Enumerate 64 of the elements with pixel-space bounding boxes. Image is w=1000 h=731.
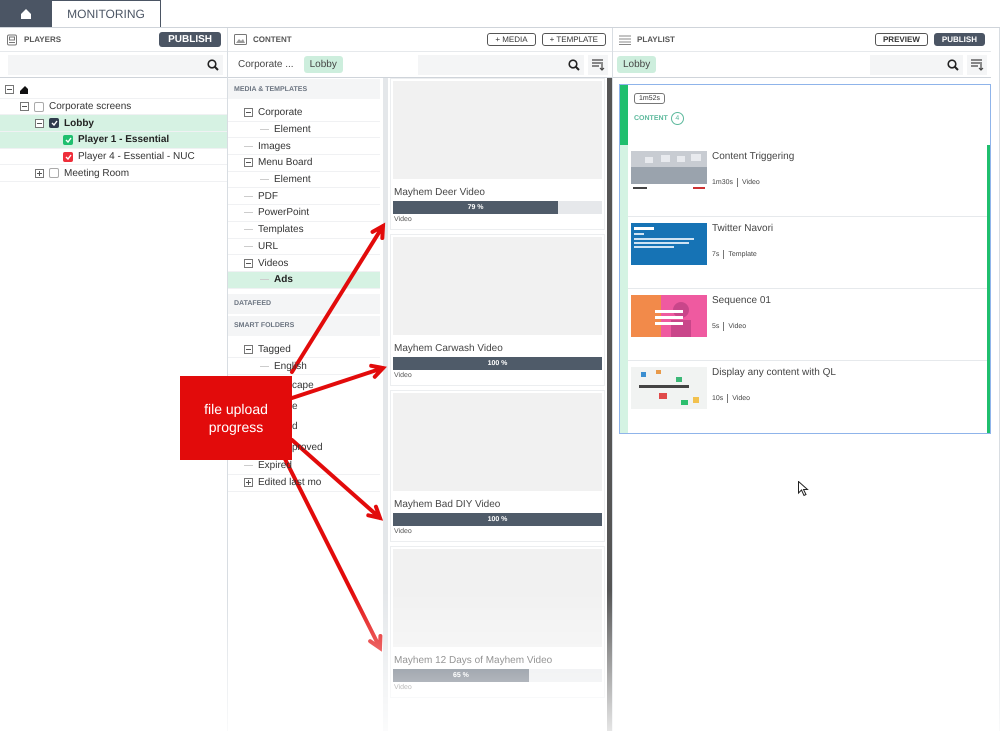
- panel-title: PLAYLIST: [637, 35, 676, 44]
- folder-item[interactable]: e: [292, 396, 380, 417]
- folder-item[interactable]: PowerPoint: [228, 205, 380, 222]
- item-title: Twitter Navori: [712, 223, 774, 234]
- tag[interactable]: Lobby: [617, 56, 656, 73]
- preview-button[interactable]: PREVIEW: [874, 33, 928, 46]
- publish-button[interactable]: PUBLISH: [934, 33, 985, 46]
- search-field[interactable]: [870, 54, 963, 74]
- sort-button[interactable]: [967, 54, 987, 74]
- home-tab[interactable]: [0, 0, 51, 27]
- tree-row[interactable]: Player 1 - Essential: [0, 132, 227, 149]
- tree-row[interactable]: Meeting Room: [0, 165, 227, 182]
- item-title: Display any content with QL: [712, 367, 836, 378]
- folder-item[interactable]: cape: [292, 374, 380, 396]
- folder-item[interactable]: Templates: [228, 222, 380, 238]
- check-icon: [64, 154, 72, 160]
- search-icon: [207, 58, 219, 70]
- player-icon: [6, 34, 18, 46]
- cursor-icon: [798, 481, 809, 497]
- panel-title: PLAYERS: [24, 35, 62, 44]
- add-button[interactable]: + TEMPLATE: [542, 33, 606, 46]
- media-title: Mayhem 12 Days of Mayhem Video: [394, 655, 554, 666]
- item-title: Content Triggering: [712, 151, 794, 162]
- folder-item[interactable]: d: [292, 416, 380, 438]
- search-field[interactable]: [418, 54, 584, 74]
- check-icon: [50, 120, 58, 126]
- home-icon: [20, 8, 32, 20]
- home-icon: [19, 85, 28, 94]
- checkbox[interactable]: [63, 152, 73, 162]
- search-field[interactable]: [8, 54, 223, 74]
- folder-item[interactable]: Images: [228, 138, 380, 156]
- checkbox[interactable]: [49, 118, 59, 128]
- folder-item[interactable]: Element: [228, 172, 380, 188]
- breadcrumb[interactable]: Lobby: [304, 56, 343, 73]
- item-title: Sequence 01: [712, 295, 771, 306]
- breadcrumb[interactable]: Corporate ...: [232, 56, 300, 73]
- checkbox[interactable]: [34, 102, 44, 112]
- folder-item[interactable]: Element: [228, 122, 380, 138]
- folder-item[interactable]: Ads: [228, 272, 380, 289]
- sort-button[interactable]: [588, 54, 608, 74]
- folder-item[interactable]: Tagged: [228, 342, 380, 358]
- list-icon: [619, 34, 631, 44]
- media-title: Mayhem Deer Video: [394, 187, 486, 198]
- panel-title: CONTENT: [253, 35, 293, 44]
- checkbox[interactable]: [63, 134, 73, 145]
- publish-button[interactable]: PUBLISH: [159, 32, 221, 47]
- add-button[interactable]: + MEDIA: [487, 33, 536, 46]
- media-title: Mayhem Carwash Video: [394, 343, 504, 354]
- image-icon: [234, 34, 247, 45]
- check-icon: [64, 136, 72, 143]
- sort-icon: [970, 58, 984, 71]
- monitoring-tab[interactable]: MONITORING: [51, 0, 161, 27]
- folder-item[interactable]: PDF: [228, 188, 380, 206]
- folder-item[interactable]: Corporate: [228, 105, 380, 122]
- media-title: Mayhem Bad DIY Video: [394, 499, 502, 510]
- search-icon: [568, 58, 580, 70]
- checkbox[interactable]: [49, 168, 59, 178]
- tree-row[interactable]: Lobby: [0, 115, 227, 132]
- folder-item[interactable]: Menu Board: [228, 155, 380, 172]
- search-icon: [947, 58, 959, 70]
- sort-icon: [591, 58, 605, 71]
- folder-item[interactable]: URL: [228, 238, 380, 256]
- callout-label: file upload progress: [180, 376, 292, 460]
- tree-row[interactable]: Player 4 - Essential - NUC: [0, 148, 227, 166]
